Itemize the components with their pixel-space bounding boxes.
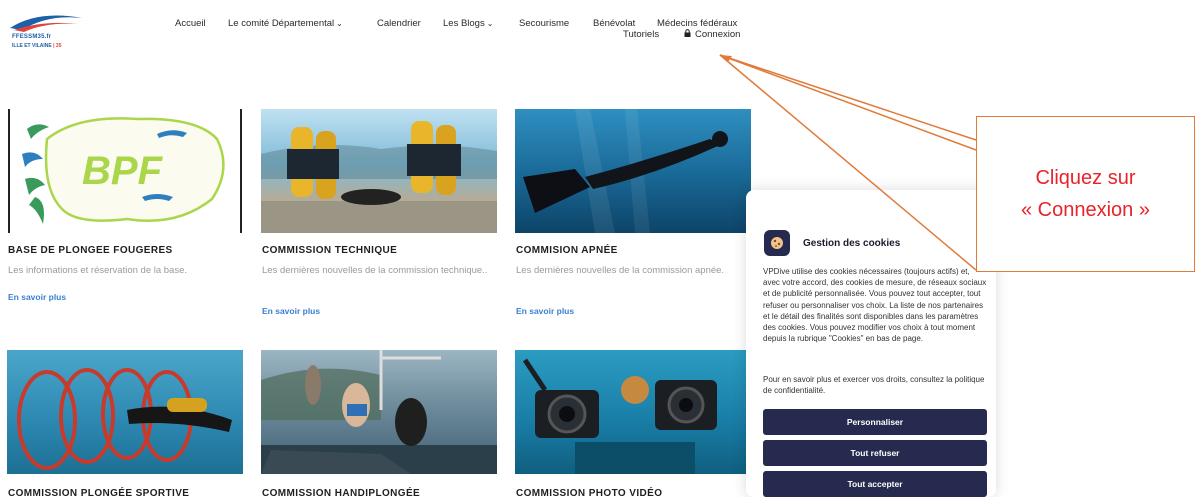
cookie-text: VPDive utilise des cookies nécessaires (… — [763, 267, 987, 344]
annotation-line2: « Connexion » — [1021, 199, 1150, 221]
card-title[interactable]: COMMISSION TECHNIQUE — [262, 245, 397, 256]
card-image-freediver — [515, 109, 751, 233]
card-commission-handiplongee[interactable]: COMMISSION HANDIPLONGÉE — [261, 350, 497, 497]
nav-item-medecins[interactable]: Médecins fédéraux — [657, 18, 737, 29]
chevron-down-icon: ⌄ — [486, 19, 494, 28]
lock-icon — [684, 29, 691, 37]
nav-item-benevolat[interactable]: Bénévolat — [593, 18, 635, 29]
bpf-logo-text: BPF — [82, 149, 162, 193]
nav-item-accueil[interactable]: Accueil — [175, 18, 206, 29]
nav-item-connexion[interactable]: Connexion — [684, 29, 740, 40]
annotation-callout: Cliquez sur « Connexion » — [976, 116, 1195, 272]
en-savoir-plus-link[interactable]: En savoir plus — [262, 306, 320, 316]
card-title[interactable]: COMMISSION PHOTO VIDÉO — [516, 488, 662, 497]
logo-region-text: ILLE ET VILAINE | 35 — [12, 43, 62, 49]
en-savoir-plus-link[interactable]: En savoir plus — [516, 306, 574, 316]
card-base-fougeres[interactable]: BPF BASE DE PLONGEE FOUGERES Les informa… — [7, 109, 243, 302]
card-image-scuba-tanks — [261, 109, 497, 233]
card-title[interactable]: COMMISION APNÉE — [516, 245, 618, 256]
cookie-title: Gestion des cookies — [803, 237, 901, 249]
cookie-consent-panel: Gestion des cookies VPDive utilise des c… — [746, 190, 996, 497]
nav-item-secourisme[interactable]: Secourisme — [519, 18, 569, 29]
card-commission-plongee-sportive[interactable]: COMMISSION PLONGÉE SPORTIVE — [7, 350, 243, 497]
site-logo[interactable]: FFESSM35.fr ILLE ET VILAINE | 35 — [8, 8, 88, 50]
card-image-hoop-diver — [7, 350, 243, 474]
card-image-handidiving — [261, 350, 497, 474]
cookie-icon — [764, 230, 790, 256]
card-title[interactable]: COMMISSION PLONGÉE SPORTIVE — [8, 488, 189, 497]
chevron-down-icon: ⌄ — [336, 19, 343, 28]
annotation-line1: Cliquez sur — [1035, 167, 1136, 189]
card-image-underwater-cameras — [515, 350, 751, 474]
card-commission-apnee[interactable]: COMMISION APNÉE Les dernières nouvelles … — [515, 109, 751, 316]
tout-refuser-button[interactable]: Tout refuser — [763, 440, 987, 466]
nav-item-calendrier[interactable]: Calendrier — [377, 18, 421, 29]
cookie-header: Gestion des cookies — [764, 230, 900, 256]
card-desc: Les informations et réservation de la ba… — [8, 265, 188, 276]
nav-item-tutoriels[interactable]: Tutoriels — [623, 29, 659, 40]
card-image-bpf-logo: BPF — [7, 109, 243, 233]
card-desc: Les dernières nouvelles de la commission… — [262, 265, 488, 276]
tout-accepter-button[interactable]: Tout accepter — [763, 471, 987, 497]
card-commission-photo-video[interactable]: COMMISSION PHOTO VIDÉO — [515, 350, 751, 497]
card-desc: Les dernières nouvelles de la commission… — [516, 265, 725, 276]
en-savoir-plus-link[interactable]: En savoir plus — [8, 292, 66, 302]
cookie-privacy-text: Pour en savoir plus et exercer vos droit… — [763, 375, 985, 396]
card-title[interactable]: BASE DE PLONGEE FOUGERES — [8, 245, 173, 256]
nav-item-comite[interactable]: Le comité Départemental ⌄ — [228, 18, 343, 29]
logo-wave-icon — [10, 15, 82, 32]
logo-brand-text: FFESSM35.fr — [12, 34, 52, 40]
card-title[interactable]: COMMISSION HANDIPLONGÉE — [262, 488, 420, 497]
card-commission-technique[interactable]: COMMISSION TECHNIQUE Les dernières nouve… — [261, 109, 497, 316]
personnaliser-button[interactable]: Personnaliser — [763, 409, 987, 435]
nav-item-blogs[interactable]: Les Blogs ⌄ — [443, 18, 493, 29]
